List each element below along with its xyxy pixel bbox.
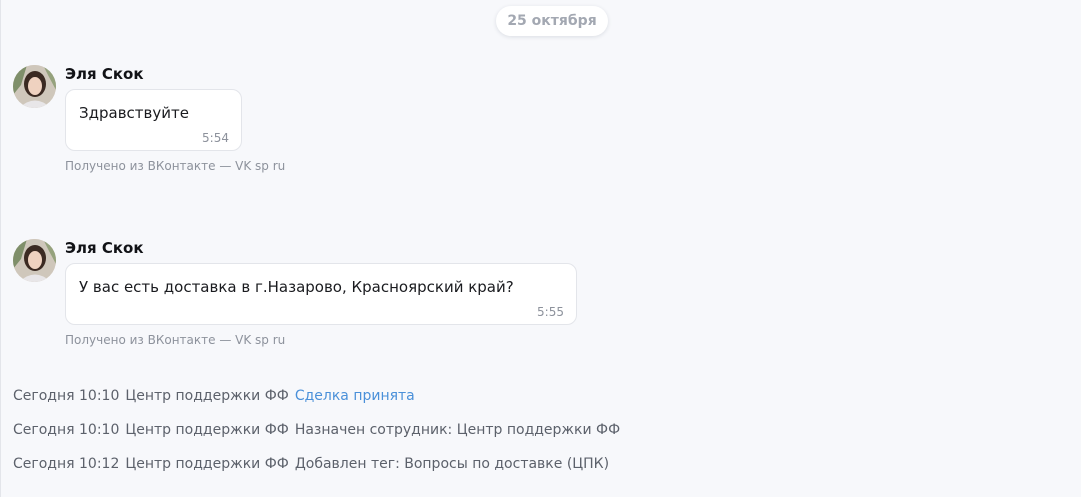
event-actor: Центр поддержки ФФ [125,388,289,404]
event-row: Сегодня 10:12 Центр поддержки ФФ Добавлен … [13,455,615,473]
message-text: У вас есть доставка в г.Назарово, Красно… [79,278,514,296]
message-bubble: У вас есть доставка в г.Назарово, Красно… [65,263,577,325]
event-actor: Центр поддержки ФФ [125,456,289,472]
message-time: 5:54 [202,131,229,145]
message-author[interactable]: Эля Скок [65,239,144,257]
avatar-photo-icon [13,65,56,108]
chat-feed: 25 октября Эля Скок Здравствуйте 5:54 По… [0,0,1081,497]
event-timestamp: Сегодня 10:10 [13,388,120,404]
avatar[interactable] [13,65,56,108]
message-time: 5:55 [537,305,564,319]
event-action: Добавлен тег: Вопросы по доставке (ЦПК) [294,456,610,472]
message-source: Получено из ВКонтакте — VK sp ru [65,333,286,347]
avatar-photo-icon [13,239,56,282]
event-action-link[interactable]: Сделка принята [295,388,415,404]
message-author[interactable]: Эля Скок [65,65,144,83]
message-bubble: Здравствуйте 5:54 [65,89,242,151]
event-row: Сегодня 10:10 Центр поддержки ФФ Сделка пр… [13,387,421,405]
event-row: Сегодня 10:10 Центр поддержки ФФ Назначен … [13,421,626,439]
message-source: Получено из ВКонтакте — VK sp ru [65,159,286,173]
event-timestamp: Сегодня 10:10 [13,422,120,438]
event-action: Назначен сотрудник: Центр поддержки ФФ [294,422,621,438]
avatar[interactable] [13,239,56,282]
event-timestamp: Сегодня 10:12 [13,456,120,472]
message-text: Здравствуйте [79,104,189,122]
date-separator: 25 октября [496,6,608,36]
event-actor: Центр поддержки ФФ [125,422,289,438]
